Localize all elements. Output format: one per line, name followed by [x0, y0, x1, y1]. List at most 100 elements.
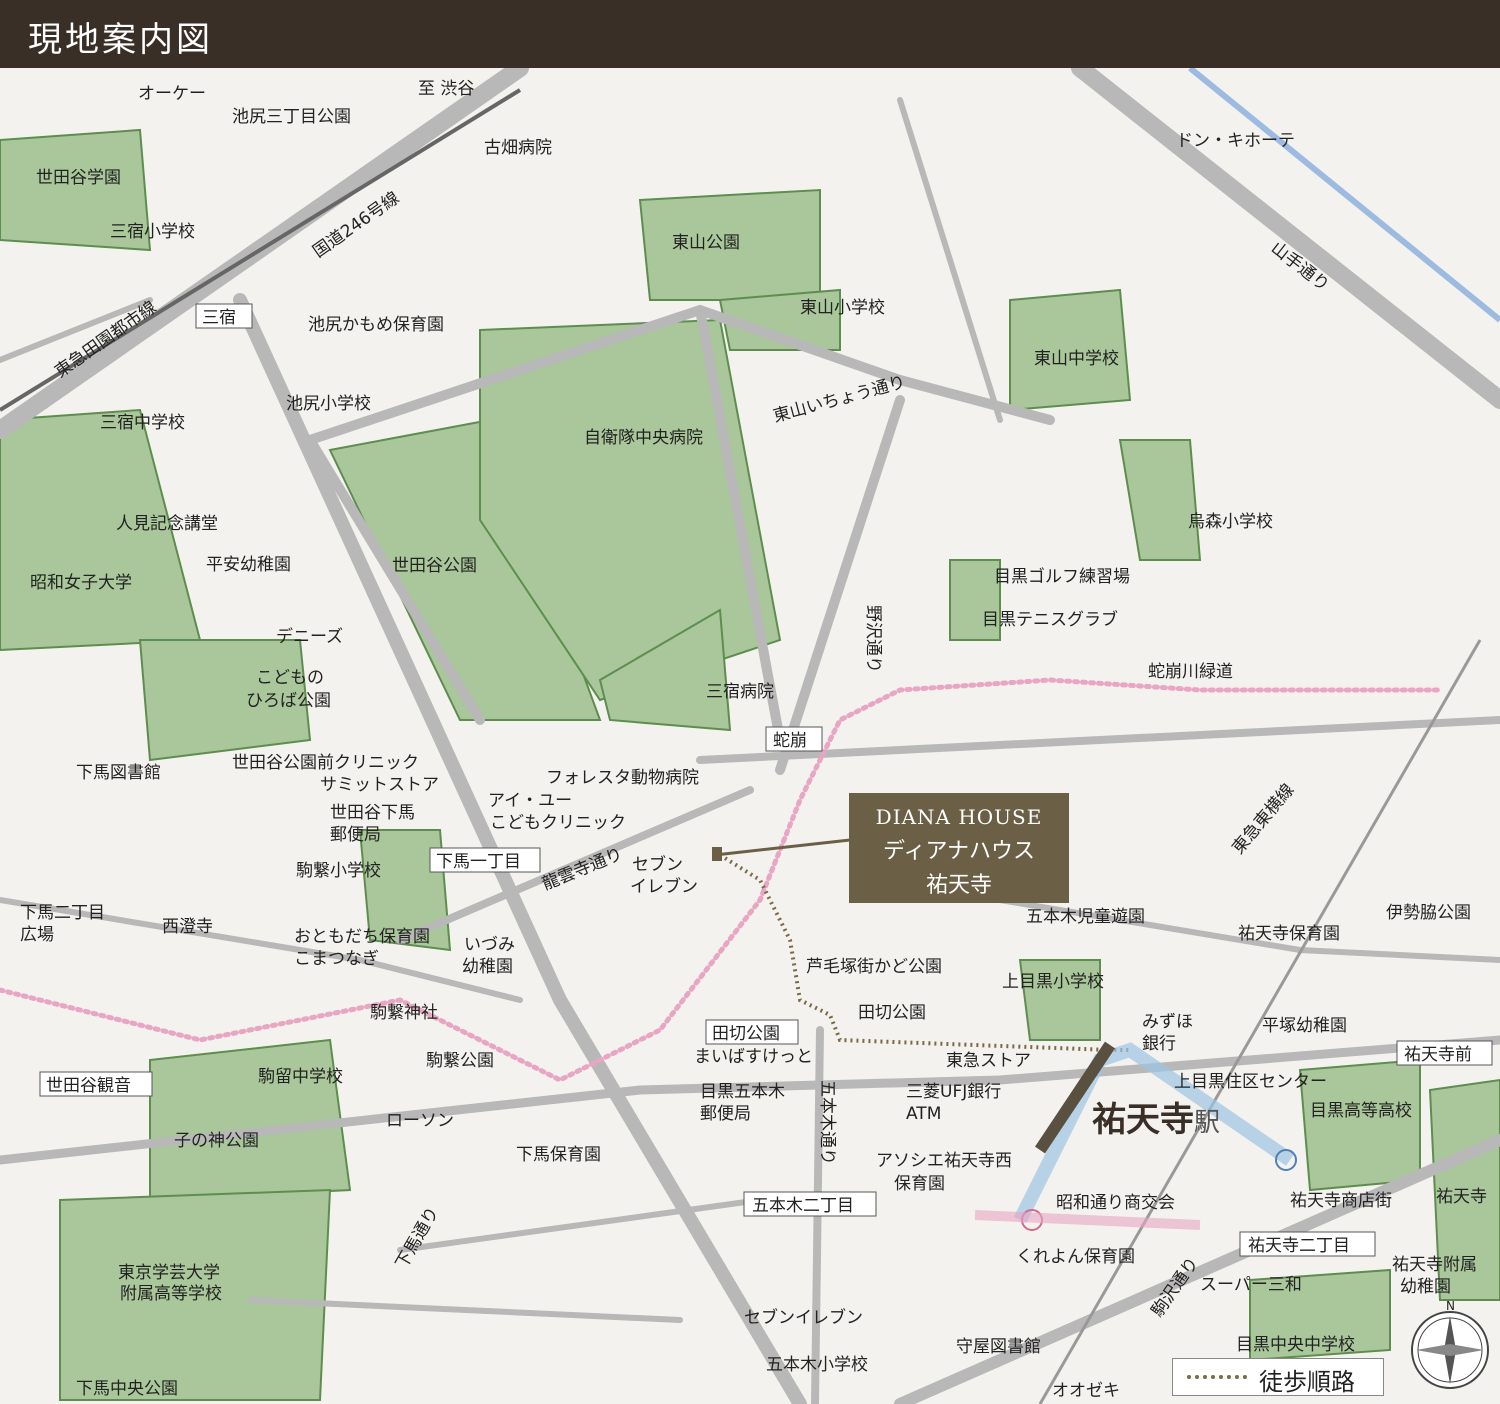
compass-icon: N [1411, 1300, 1489, 1389]
poi-higashiyama-sho: 東山小学校 [800, 298, 885, 318]
poi-ashige: 芦毛塚街かど公園 [806, 957, 942, 977]
poi-ikejiri-kamome: 池尻かもめ保育園 [308, 315, 444, 335]
street-gohongi: 五本木通り [817, 1080, 837, 1165]
poi-gohongi-jidou: 五本木児童遊園 [1026, 907, 1145, 927]
poi-hitomi: 人見記念講堂 [116, 513, 218, 534]
poi-dennys: デニーズ [276, 626, 343, 647]
poi-tagiri-park: 田切公園 [858, 1003, 926, 1023]
property-area: 祐天寺 [925, 873, 992, 898]
poi-donki: ドン・キホーテ [1176, 131, 1295, 151]
poi-ufj1: 三菱UFJ銀行 [906, 1082, 1001, 1102]
poi-yutenji-hoiku: 祐天寺保育園 [1238, 924, 1340, 944]
poi-gakugei2: 附属高等学校 [120, 1284, 222, 1304]
map-title: 現地案内図 [28, 20, 213, 60]
svg-text:祐天寺二丁目: 祐天寺二丁目 [1248, 1236, 1350, 1256]
map-header: 現地案内図 [0, 0, 1500, 68]
legend: 徒歩順路 [1172, 1358, 1384, 1396]
poi-jieitai: 自衛隊中央病院 [584, 428, 703, 448]
walking-route-swatch [1187, 1375, 1247, 1383]
poi-associe1: アソシエ祐天寺西 [876, 1151, 1012, 1171]
poi-seven2: イレブン [630, 876, 698, 897]
poi-maibasket: まいばすけっと [694, 1047, 813, 1067]
poi-clinic: 世田谷公園前クリニック [232, 753, 419, 773]
poi-izumi1: いづみ [464, 935, 515, 955]
poi-higashiyama-chu: 東山中学校 [1034, 349, 1119, 369]
station-suffix: 駅 [1194, 1108, 1221, 1138]
poi-otomodachi2: こまつなぎ [294, 949, 379, 969]
poi-hiratsuka: 平塚幼稚園 [1262, 1016, 1347, 1036]
poi-meguro-post2: 郵便局 [700, 1104, 751, 1124]
poi-seven1: セブン [632, 854, 683, 875]
poi-ozeki: オオゼキ [1052, 1381, 1120, 1401]
poi-tokyu-store: 東急ストア [946, 1051, 1031, 1071]
poi-mizuho2: 銀行 [1142, 1034, 1176, 1054]
svg-text:三宿: 三宿 [202, 308, 236, 328]
poi-izumi2: 幼稚園 [462, 957, 513, 977]
poi-moriya-lib: 守屋図書館 [956, 1337, 1041, 1357]
poi-shimouma-hoiku: 下馬保育園 [516, 1145, 601, 1165]
poi-otomodachi1: おともだち保育園 [294, 927, 430, 947]
poi-ikejiri3: 池尻三丁目公園 [232, 107, 351, 127]
poi-ai-u2: こどもクリニック [490, 813, 626, 833]
poi-crayon: くれよん保育園 [1016, 1247, 1135, 1267]
poi-post2: 郵便局 [330, 825, 381, 845]
poi-fuzoku1: 祐天寺附属 [1392, 1255, 1477, 1275]
stop-sangenjaya: 三宿 [195, 303, 253, 329]
legend-walking-route: 徒歩順路 [1259, 1368, 1355, 1396]
poi-kamimeguro-center: 上目黒住区センター [1174, 1072, 1327, 1092]
stop-yutenji-mae: 祐天寺前 [1396, 1040, 1493, 1066]
poi-komadome: 駒留中学校 [258, 1067, 343, 1087]
svg-text:祐天寺前: 祐天寺前 [1404, 1045, 1472, 1065]
poi-associe2: 保育園 [894, 1174, 945, 1194]
poi-showa-st: 昭和通り商交会 [1056, 1193, 1175, 1213]
poi-seven-b: セブンイレブン [744, 1307, 863, 1328]
svg-text:下馬一丁目: 下馬一丁目 [436, 852, 521, 872]
poi-meguro-post1: 目黒五本木 [700, 1082, 785, 1102]
poi-okay: オーケー [138, 84, 206, 104]
poi-mishuku-sho: 三宿小学校 [110, 222, 195, 242]
poi-gakugei1: 東京学芸大学 [118, 1263, 220, 1283]
poi-showa-joshi: 昭和女子大学 [30, 573, 132, 593]
poi-summit: サミットストア [320, 775, 439, 795]
street-nozawa: 野沢通り [863, 605, 883, 673]
poi-saichoji: 西澄寺 [162, 917, 213, 937]
poi-kamimeguro-sho: 上目黒小学校 [1002, 972, 1104, 992]
poi-isewaki: 伊勢脇公園 [1386, 903, 1471, 923]
poi-shimouma-chuo: 下馬中央公園 [76, 1379, 178, 1399]
poi-komatsunagi-park: 駒繋公園 [426, 1051, 494, 1071]
poi-heian: 平安幼稚園 [206, 555, 291, 575]
poi-yutenji-st: 祐天寺商店街 [1290, 1191, 1392, 1211]
poi-kodomo2: ひろば公園 [246, 691, 331, 711]
poi-ikejiri-sho: 池尻小学校 [286, 394, 371, 414]
compass-north: N [1446, 1300, 1455, 1313]
svg-text:世田谷観音: 世田谷観音 [46, 1076, 131, 1096]
stop-shimouma1: 下馬一丁目 [429, 847, 541, 873]
poi-mishuku-hosp: 三宿病院 [706, 682, 774, 702]
svg-text:田切公園: 田切公園 [712, 1024, 780, 1044]
svg-text:五本木二丁目: 五本木二丁目 [752, 1196, 854, 1216]
poi-komatsunagi-jinja: 駒繋神社 [370, 1003, 438, 1023]
street-shibuya: 至 渋谷 [418, 79, 474, 99]
poi-karasumori: 烏森小学校 [1188, 512, 1273, 532]
poi-meguro-golf: 目黒ゴルフ練習場 [994, 566, 1130, 587]
stop-jakuzure: 蛇崩 [765, 726, 823, 752]
poi-komatsunagi-sho: 駒繋小学校 [296, 861, 381, 881]
poi-meguro-tennis: 目黒テニスグラブ [982, 609, 1118, 630]
poi-mizuho1: みずほ [1142, 1012, 1193, 1032]
poi-meguro-koko: 目黒高等高校 [1310, 1101, 1412, 1121]
stop-yutenji2: 祐天寺二丁目 [1239, 1231, 1376, 1257]
area-map: 三宿 蛇崩 下馬一丁目 田切公園 世田谷観音 五本木二丁目 祐天寺前 祐天寺二丁… [0, 68, 1500, 1404]
poi-mishuku-chu: 三宿中学校 [100, 413, 185, 433]
property-box: DIANA HOUSE ディアナハウス 祐天寺 [849, 793, 1069, 903]
street-jakuzure-ryokudo: 蛇崩川緑道 [1148, 662, 1233, 682]
poi-ufj2: ATM [906, 1104, 941, 1124]
poi-gohongi-sho: 五本木小学校 [766, 1355, 868, 1375]
poi-foresta: フォレスタ動物病院 [546, 768, 699, 788]
poi-furuhata: 古畑病院 [484, 138, 552, 158]
poi-fuzoku2: 幼稚園 [1400, 1277, 1451, 1297]
poi-yutenji-temple: 祐天寺 [1436, 1187, 1487, 1207]
poi-ai-u1: アイ・ユー [488, 791, 572, 811]
property-name-ja: ディアナハウス [882, 839, 1036, 864]
poi-setagaya-gakuen: 世田谷学園 [36, 168, 121, 188]
poi-lawson: ローソン [386, 1111, 454, 1131]
